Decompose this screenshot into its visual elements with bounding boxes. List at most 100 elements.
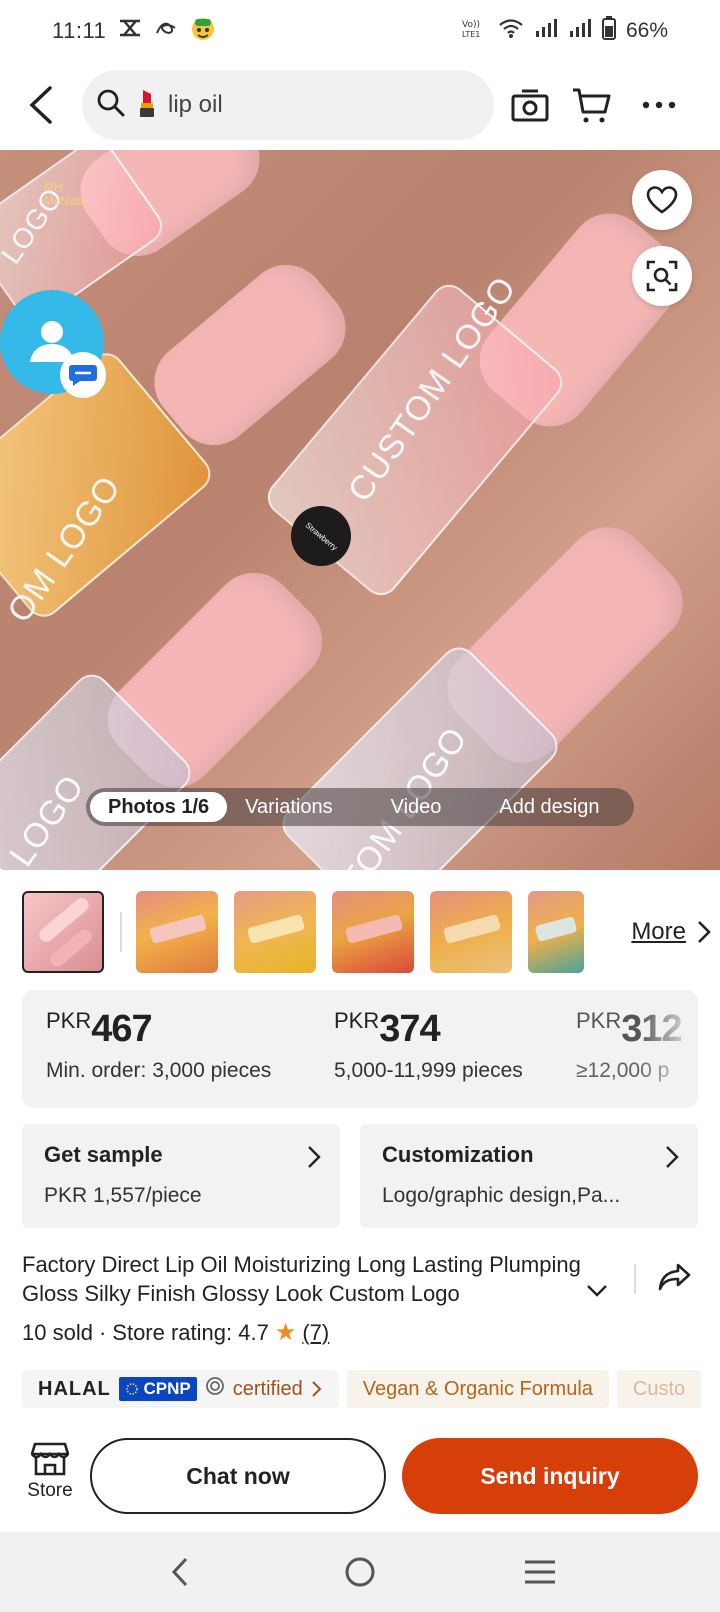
visual-search-button[interactable]: [632, 246, 692, 306]
vegan-organic-badge[interactable]: Vegan & Organic Formula: [346, 1370, 609, 1408]
chevron-down-icon: [587, 1285, 607, 1297]
chat-bubble-icon: [69, 365, 97, 386]
signal-icon: [534, 17, 558, 45]
chat-now-button[interactable]: Chat now: [90, 1438, 386, 1514]
back-button[interactable]: [18, 82, 64, 128]
volte-icon: Vo)) LTE1: [460, 17, 488, 45]
battery-icon: [601, 16, 616, 46]
tab-photos[interactable]: Photos 1/6: [90, 792, 228, 822]
store-rating: Store rating: 4.7: [112, 1319, 269, 1345]
customization-card[interactable]: Customization Logo/graphic design,Pa...: [360, 1124, 698, 1228]
back-arrow-icon: [29, 86, 52, 124]
chevron-right-icon: [306, 1144, 322, 1175]
nav-back-button[interactable]: [150, 1542, 210, 1602]
share-icon: [658, 1263, 691, 1291]
tab-variations[interactable]: Variations: [227, 792, 350, 822]
tab-add-design[interactable]: Add design: [481, 792, 617, 822]
store-label: Store: [27, 1480, 73, 1501]
sales-rating-line: 10 sold · Store rating: 4.7 ★ (7): [22, 1318, 329, 1347]
chevron-right-icon: [698, 921, 711, 943]
cart-icon: [573, 88, 611, 123]
system-nav-bar: [0, 1532, 720, 1612]
tier-amount: 374: [379, 1008, 440, 1050]
search-query: lip oil: [168, 91, 223, 118]
tab-video[interactable]: Video: [351, 792, 482, 822]
cpnp-text: CPNP: [143, 1379, 191, 1398]
separator: ·: [98, 1319, 107, 1345]
nav-back-icon: [171, 1557, 188, 1587]
nav-menu-icon: [525, 1560, 555, 1584]
sticker-icon: [190, 15, 216, 47]
rating-count-link[interactable]: (7): [302, 1320, 329, 1346]
divider: [634, 1264, 636, 1294]
chevron-right-icon: [664, 1144, 680, 1175]
camera-search-button[interactable]: [505, 80, 555, 130]
watermark-line: McNalsi: [44, 194, 87, 208]
bottom-action-bar: Store Chat now Send inquiry: [0, 1430, 720, 1530]
nav-home-button[interactable]: [330, 1542, 390, 1602]
svg-text:LTE1: LTE1: [462, 30, 480, 39]
image-search-icon: [646, 260, 678, 292]
watermark: MH McNalsi: [44, 180, 87, 208]
media-tab-bar: Photos 1/6 Variations Video Add design: [86, 788, 634, 826]
search-icon: [96, 88, 126, 123]
product-image-carousel[interactable]: CUSTOM LOGO OM LOGO LOGO TOM LOGO I LOGO…: [0, 150, 720, 870]
thumbnail[interactable]: [430, 891, 512, 973]
sample-title: Get sample: [44, 1142, 163, 1167]
bottle-label: Strawberry: [291, 506, 351, 566]
thumbnail[interactable]: [332, 891, 414, 973]
thumbnail[interactable]: [234, 891, 316, 973]
certification-badges: HALAL CPNP certified Vegan & Organic For…: [22, 1370, 720, 1408]
camera-icon: [511, 89, 549, 122]
tier-currency: PKR: [46, 1008, 92, 1033]
status-bar: 11:11 Vo)) LTE1 66%: [0, 0, 720, 62]
price-tier: PKR467 Min. order: 3,000 pieces: [46, 1008, 271, 1083]
halal-label: HALAL: [38, 1377, 111, 1400]
price-tier: PKR374 5,000-11,999 pieces: [334, 1008, 523, 1083]
thumbnail[interactable]: [136, 891, 218, 973]
search-bar[interactable]: lip oil: [82, 70, 494, 140]
expand-title-button[interactable]: [586, 1284, 608, 1303]
store-button[interactable]: Store: [20, 1442, 80, 1502]
bottle-label-text: Strawberry: [303, 520, 339, 552]
send-inquiry-button[interactable]: Send inquiry: [402, 1438, 698, 1514]
cart-button[interactable]: [566, 80, 616, 130]
get-sample-card[interactable]: Get sample PKR 1,557/piece: [22, 1124, 340, 1228]
chat-badge: [60, 352, 106, 398]
thumbnail-divider: [120, 912, 122, 952]
thumbnail[interactable]: [22, 891, 104, 973]
lipstick-icon: [136, 88, 158, 123]
certified-badge[interactable]: HALAL CPNP certified: [22, 1370, 339, 1408]
custom-badge[interactable]: Custo: [616, 1370, 702, 1408]
more-thumbnails-link[interactable]: More: [631, 918, 712, 946]
share-button[interactable]: [658, 1262, 692, 1297]
more-dots-icon: [642, 101, 676, 109]
battery-percent: 66%: [625, 19, 668, 42]
tier-amount: 467: [91, 1008, 152, 1050]
tier-currency: PKR: [334, 1008, 380, 1033]
sold-count: 10 sold: [22, 1319, 93, 1345]
favorite-button[interactable]: [632, 170, 692, 230]
svg-text:Vo)): Vo)): [462, 20, 480, 30]
verified-icon: [205, 1376, 225, 1402]
more-label: More: [631, 918, 686, 945]
certified-label: certified: [232, 1377, 303, 1400]
thumbnail-strip: More: [22, 890, 712, 974]
tier-quantity: 5,000-11,999 pieces: [334, 1059, 523, 1082]
pay-icon: [154, 18, 178, 44]
nav-recents-button[interactable]: [510, 1542, 570, 1602]
eu-stars-icon: [125, 1383, 138, 1395]
status-time: 11:11: [52, 18, 107, 43]
nav-home-icon: [345, 1557, 375, 1587]
tier-currency: PKR: [576, 1008, 622, 1033]
fade-overlay: [638, 990, 698, 1108]
top-header: lip oil: [0, 62, 720, 150]
more-options-button[interactable]: [634, 80, 684, 130]
thumbnail[interactable]: [528, 891, 584, 973]
xt-icon: [118, 18, 142, 44]
watermark-line: MH: [44, 180, 63, 194]
signal-icon: [568, 17, 592, 45]
cpnp-label: CPNP: [118, 1377, 197, 1401]
product-title: Factory Direct Lip Oil Moisturizing Long…: [22, 1252, 581, 1306]
customization-title: Customization: [382, 1142, 534, 1167]
